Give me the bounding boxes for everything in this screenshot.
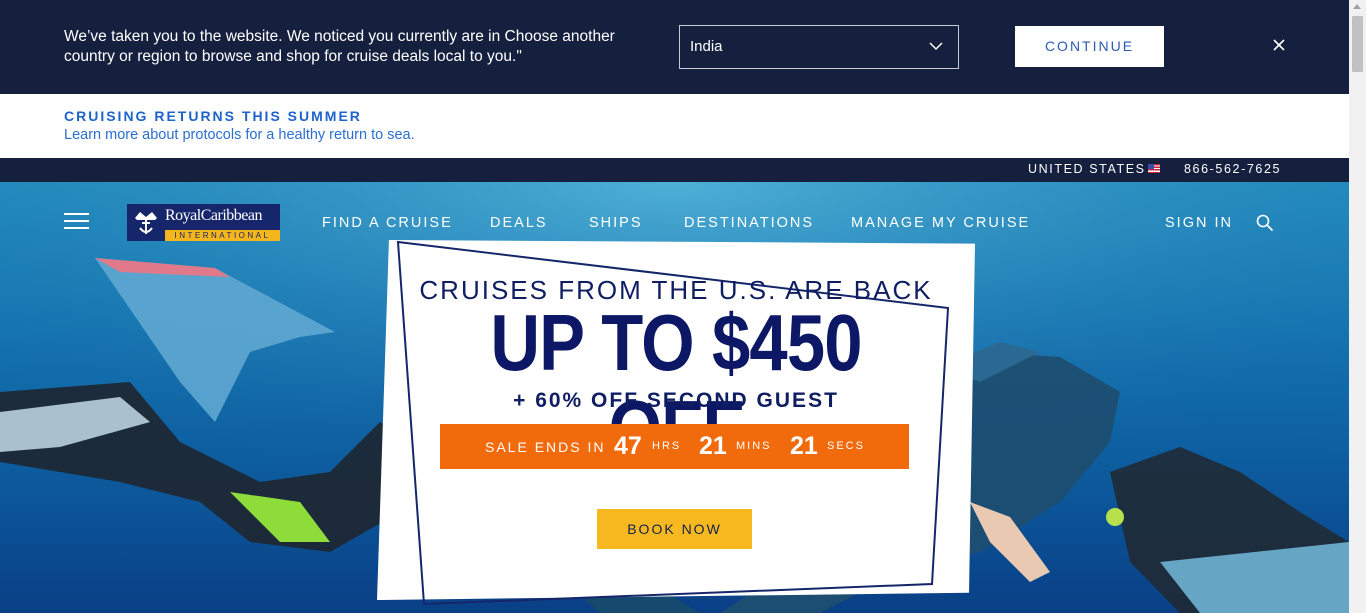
countdown-mins-unit: MINS <box>736 440 772 452</box>
close-icon[interactable] <box>1271 37 1287 53</box>
countdown-label: SALE ENDS IN <box>485 439 606 455</box>
scroll-up-arrow-icon[interactable] <box>1353 4 1361 9</box>
menu-icon[interactable] <box>64 213 89 231</box>
promo-subheadline: + 60% OFF SECOND GUEST <box>513 389 839 412</box>
countdown-secs-unit: SECS <box>827 440 865 452</box>
logo-subtitle: INTERNATIONAL <box>165 230 280 241</box>
nav-manage-my-cruise[interactable]: MANAGE MY CRUISE <box>851 215 1030 231</box>
logo-name: RoyalCaribbean <box>165 207 262 224</box>
sale-countdown: SALE ENDS IN 47 HRS 21 MINS 21 SECS <box>440 424 909 469</box>
phone-number[interactable]: 866-562-7625 <box>1184 162 1281 176</box>
announcement-bar: CRUISING RETURNS THIS SUMMER Learn more … <box>0 94 1349 158</box>
countdown-hours-unit: HRS <box>652 440 682 452</box>
announcement-link[interactable]: Learn more about protocols for a healthy… <box>64 127 415 143</box>
country-select-value: India <box>690 38 723 55</box>
nav-find-a-cruise[interactable]: FIND A CRUISE <box>322 215 453 231</box>
search-icon[interactable] <box>1256 214 1274 232</box>
nav-deals[interactable]: DEALS <box>490 215 548 231</box>
royal-caribbean-logo[interactable]: RoyalCaribbean INTERNATIONAL <box>127 204 280 241</box>
countdown-secs: 21 <box>790 432 818 460</box>
nav-destinations[interactable]: DESTINATIONS <box>684 215 814 231</box>
countdown-mins: 21 <box>699 432 727 460</box>
scrollbar[interactable] <box>1349 0 1366 613</box>
countdown-hours: 47 <box>614 432 642 460</box>
hero-banner: RoyalCaribbean INTERNATIONAL FIND A CRUI… <box>0 182 1349 613</box>
country-selector[interactable]: UNITED STATES <box>1028 162 1146 176</box>
nav-ships[interactable]: SHIPS <box>589 215 643 231</box>
crown-anchor-icon <box>135 212 157 234</box>
announcement-title[interactable]: CRUISING RETURNS THIS SUMMER <box>64 108 362 124</box>
continue-button[interactable]: CONTINUE <box>1015 26 1164 67</box>
book-now-button[interactable]: BOOK NOW <box>597 509 752 549</box>
geo-banner: We’ve taken you to the website. We notic… <box>0 0 1349 94</box>
utility-bar: UNITED STATES 866-562-7625 <box>0 158 1349 182</box>
country-select[interactable]: India <box>679 25 959 69</box>
geo-message: We’ve taken you to the website. We notic… <box>64 28 615 65</box>
scroll-thumb[interactable] <box>1352 16 1363 72</box>
us-flag-icon <box>1148 164 1160 173</box>
chevron-down-icon <box>929 42 943 51</box>
sign-in-link[interactable]: SIGN IN <box>1165 215 1233 231</box>
